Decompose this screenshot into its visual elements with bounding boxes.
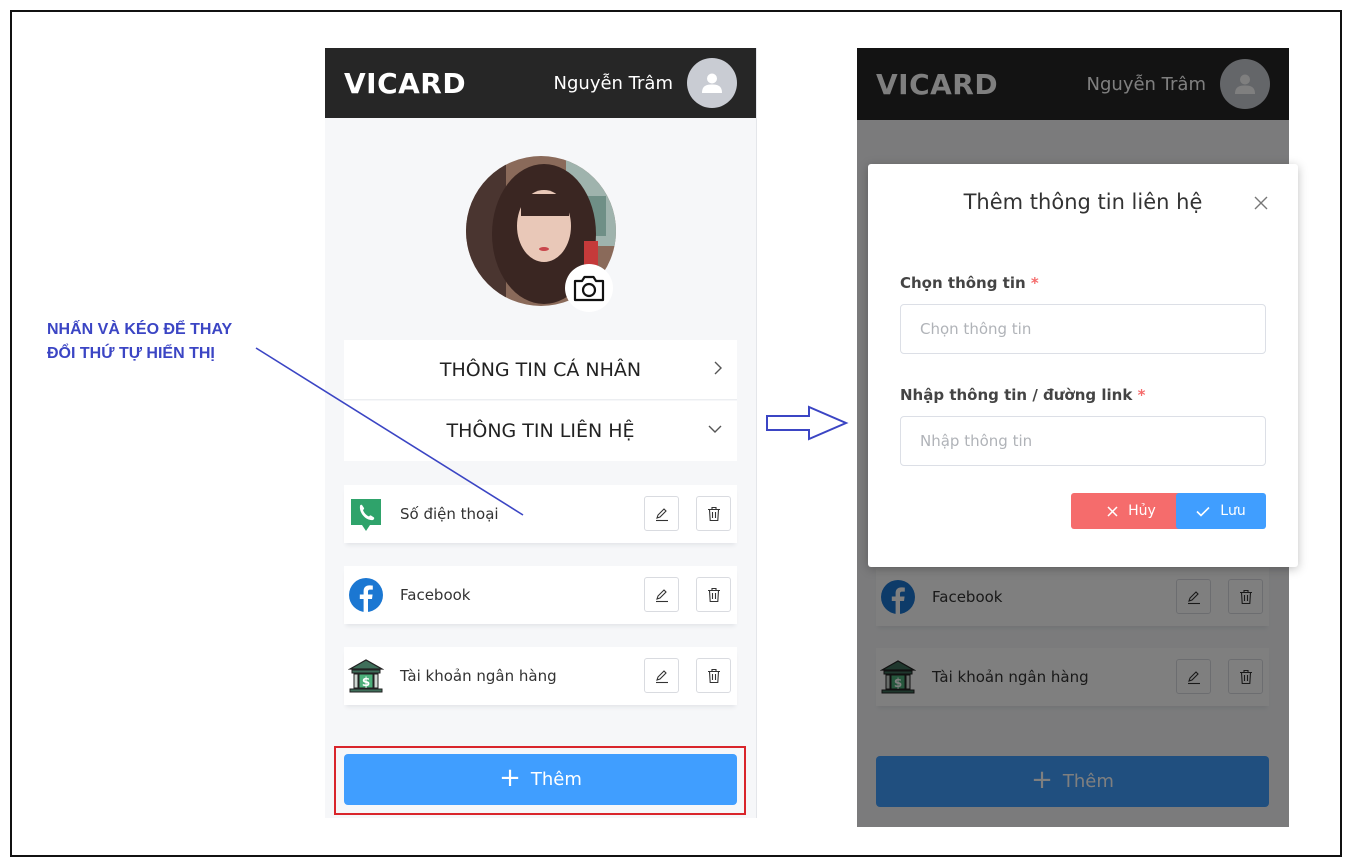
trash-icon	[707, 506, 720, 521]
edit-button[interactable]	[644, 577, 679, 612]
select-info-field[interactable]	[900, 304, 1266, 354]
chevron-down-icon	[708, 425, 722, 433]
input-info-label-text: Nhập thông tin / đường link	[900, 386, 1133, 404]
app-header: VICARD Nguyễn Trâm	[325, 48, 756, 118]
phone-chat-icon	[351, 499, 381, 531]
phone-screen-profile: VICARD Nguyễn Trâm THÔNG TIN CÁ NHÂN THÔ…	[325, 48, 757, 818]
modal-title: Thêm thông tin liên hệ	[963, 190, 1203, 214]
facebook-icon	[349, 578, 383, 612]
contact-row-facebook[interactable]: Facebook	[344, 566, 737, 624]
annotation-line-2: ĐỔI THỨ TỰ HIỂN THỊ	[47, 345, 215, 362]
input-info-label: Nhập thông tin / đường link *	[900, 386, 1145, 404]
save-button-label: Lưu	[1220, 503, 1246, 519]
user-icon	[702, 73, 722, 93]
trash-icon	[707, 587, 720, 602]
contact-row-bank[interactable]: $ Tài khoản ngân hàng	[344, 647, 737, 705]
edit-button[interactable]	[644, 658, 679, 693]
delete-button[interactable]	[696, 577, 731, 612]
edit-icon	[655, 507, 668, 521]
cancel-button-label: Hủy	[1128, 503, 1156, 519]
section-contact-info[interactable]: THÔNG TIN LIÊN HỆ	[344, 401, 737, 461]
edit-icon	[655, 588, 668, 602]
chevron-right-icon	[714, 361, 722, 375]
trash-icon	[707, 668, 720, 683]
section-contact-title: THÔNG TIN LIÊN HỆ	[446, 420, 635, 442]
required-mark: *	[1030, 274, 1039, 292]
camera-icon	[573, 275, 605, 302]
contact-row-phone[interactable]: Số điện thoại	[344, 485, 737, 543]
bank-icon: $	[348, 659, 384, 693]
select-info-label-text: Chọn thông tin	[900, 274, 1026, 292]
select-info-label: Chọn thông tin *	[900, 274, 1039, 292]
close-icon	[1107, 505, 1118, 517]
input-info-field[interactable]	[900, 416, 1266, 466]
annotation-note: NHẤN VÀ KÉO ĐỂ THAY ĐỔI THỨ TỰ HIỂN THỊ	[47, 318, 267, 366]
section-personal-title: THÔNG TIN CÁ NHÂN	[439, 358, 642, 381]
contact-label: Tài khoản ngân hàng	[400, 667, 557, 685]
change-photo-button[interactable]	[565, 264, 613, 312]
right-arrow-icon	[766, 405, 849, 441]
add-button-highlight	[334, 746, 746, 815]
delete-button[interactable]	[696, 496, 731, 531]
brand-logo[interactable]: VICARD	[344, 67, 466, 100]
save-button[interactable]: Lưu	[1176, 493, 1266, 529]
contact-label: Facebook	[400, 586, 471, 604]
edit-icon	[655, 669, 668, 683]
contact-label: Số điện thoại	[400, 505, 499, 523]
edit-button[interactable]	[644, 496, 679, 531]
user-menu[interactable]: Nguyễn Trâm	[554, 58, 737, 108]
svg-text:$: $	[362, 675, 370, 689]
avatar[interactable]	[687, 58, 737, 108]
section-personal-info[interactable]: THÔNG TIN CÁ NHÂN	[344, 340, 737, 400]
close-icon[interactable]	[1254, 196, 1268, 210]
delete-button[interactable]	[696, 658, 731, 693]
profile-photo[interactable]	[466, 156, 616, 312]
cancel-button[interactable]: Hủy	[1071, 493, 1192, 529]
required-mark: *	[1137, 386, 1146, 404]
annotation-line-1: NHẤN VÀ KÉO ĐỂ THAY	[47, 321, 233, 338]
add-contact-modal: Thêm thông tin liên hệ Chọn thông tin * …	[868, 164, 1298, 567]
username: Nguyễn Trâm	[553, 72, 673, 94]
check-icon	[1196, 506, 1210, 517]
